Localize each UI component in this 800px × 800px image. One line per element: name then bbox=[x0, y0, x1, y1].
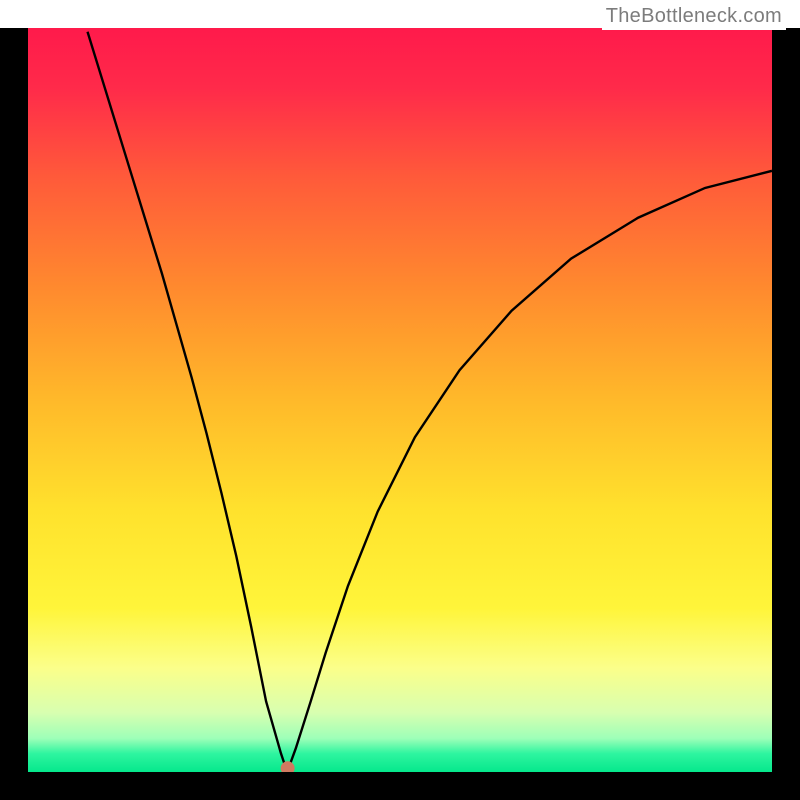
watermark-text: TheBottleneck.com bbox=[602, 4, 786, 30]
chart-frame: TheBottleneck.com bbox=[0, 0, 800, 800]
plot-svg bbox=[28, 28, 772, 772]
gradient-background bbox=[28, 28, 772, 772]
plot-area bbox=[28, 28, 772, 772]
